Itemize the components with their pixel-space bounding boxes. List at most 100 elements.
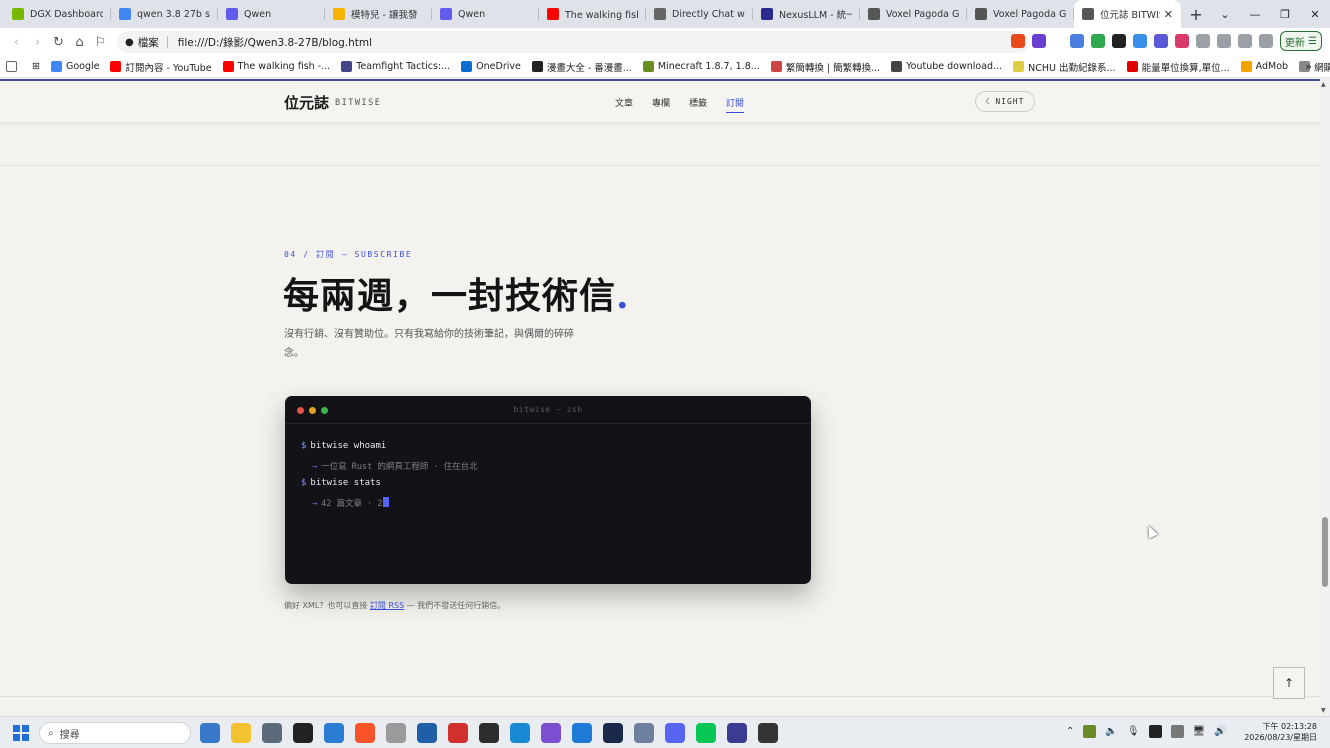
restore-button[interactable]: ❐	[1270, 8, 1300, 21]
scroll-down-icon[interactable]: ▼	[1321, 707, 1326, 714]
app-icon-8[interactable]	[417, 723, 437, 743]
close-window-button[interactable]: ✕	[1300, 8, 1330, 21]
new-tab-button[interactable]: +	[1181, 5, 1211, 24]
translate-extension-icon[interactable]	[1069, 34, 1084, 48]
shield-extension-icon[interactable]	[1090, 34, 1105, 48]
browser-tab[interactable]: Qwen	[432, 0, 539, 28]
bookmark-item[interactable]: 網購	[1299, 60, 1330, 74]
taskbar-clock[interactable]: 下午 02:13:28 2026/08/23/星期日	[1244, 721, 1317, 743]
address-bar[interactable]: ● 檔案 file:///D:/錄影/Qwen3.8-27B/blog.html	[117, 31, 1029, 53]
site-nav-item[interactable]: 標籤	[689, 96, 707, 109]
scroll-thumb[interactable]	[1322, 517, 1328, 587]
bookmark-item[interactable]: Minecraft 1.8.7, 1.8...	[642, 60, 760, 74]
puzzle-icon[interactable]	[1195, 34, 1210, 48]
rss-link[interactable]: 訂閱 RSS	[370, 601, 404, 610]
tray-volume-icon[interactable]: 🔊	[1214, 726, 1226, 737]
tray-ime-icon[interactable]	[1148, 725, 1162, 738]
vscode-app-icon[interactable]	[572, 723, 592, 743]
back-button[interactable]: ‹	[6, 35, 27, 50]
audio-extension-icon[interactable]	[1132, 34, 1147, 48]
terminal-output-line: → 42 篇文章 · 2	[301, 496, 478, 516]
github-app-icon[interactable]	[541, 723, 561, 743]
minimize-button[interactable]: —	[1240, 8, 1270, 21]
url-text[interactable]: file:///D:/錄影/Qwen3.8-27B/blog.html	[178, 35, 372, 50]
calculator-icon[interactable]	[262, 723, 282, 743]
browser-tab[interactable]: Voxel Pagoda Gar	[860, 0, 967, 28]
info-icon[interactable]: ●	[125, 37, 134, 48]
tab-active[interactable]: 位元誌 BITWIS ✕	[1074, 0, 1181, 28]
browser-tab[interactable]: 模特兒 - 讓我發	[325, 0, 432, 28]
bookmark-icon[interactable]: ⚐	[90, 35, 111, 50]
brave-browser-icon[interactable]	[355, 723, 375, 743]
tray-pen-icon[interactable]	[1170, 725, 1184, 738]
sidebar-icon[interactable]	[1216, 34, 1231, 48]
wallet-icon[interactable]	[1237, 34, 1252, 48]
update-button[interactable]: 更新 ☰	[1279, 31, 1322, 51]
browser-tab[interactable]: Directly Chat with	[646, 0, 753, 28]
forward-button[interactable]: ›	[27, 35, 48, 50]
leo-ai-icon[interactable]	[1258, 34, 1273, 48]
pink-extension-icon[interactable]	[1174, 34, 1189, 48]
browser-tab[interactable]: Qwen	[218, 0, 325, 28]
bookmark-item[interactable]: 繁簡轉換 | 簡繁轉換...	[770, 60, 880, 74]
dark-extension-icon[interactable]	[1111, 34, 1126, 48]
app-icon-19[interactable]	[758, 723, 778, 743]
line-app-icon[interactable]	[696, 723, 716, 743]
browser-tab[interactable]: The walking fish 出	[539, 0, 646, 28]
bookmark-item[interactable]: Teamfight Tactics:...	[341, 60, 450, 74]
brave-shield-icon[interactable]	[1010, 34, 1025, 48]
bookmark-item[interactable]: 訂閱內容 - YouTube	[110, 60, 212, 74]
file-explorer-icon[interactable]	[231, 723, 251, 743]
site-logo[interactable]: 位元誌	[284, 92, 329, 113]
bookmark-item[interactable]: Youtube download...	[891, 60, 1002, 74]
app-icon-15[interactable]	[634, 723, 654, 743]
word-app-icon[interactable]	[324, 723, 344, 743]
windows-start-icon[interactable]	[13, 725, 29, 741]
bookmark-item[interactable]: Google	[50, 60, 99, 74]
terminal-cursor	[383, 496, 390, 507]
more-bookmarks-icon[interactable]: »	[1305, 60, 1312, 73]
bookmark-item[interactable]: NCHU 出勤紀錄系...	[1013, 60, 1116, 74]
taskbar-search[interactable]: ⌕ 搜尋	[39, 722, 191, 744]
site-nav-item[interactable]: 文章	[615, 96, 633, 109]
store-app-icon[interactable]	[200, 723, 220, 743]
site-nav-item[interactable]: 專欄	[652, 96, 670, 109]
browser-tab[interactable]: qwen 3.8 27b site	[111, 0, 218, 28]
tray-overflow-icon[interactable]: ⌃	[1066, 726, 1074, 737]
browser-toolbar: ‹ › ↻ ⌂ ⚐ ● 檔案 file:///D:/錄影/Qwen3.8-27B…	[0, 28, 1330, 56]
terminal-app-icon[interactable]	[479, 723, 499, 743]
browser-tab[interactable]: Voxel Pagoda Gar	[967, 0, 1074, 28]
idm-extension-icon[interactable]	[1153, 34, 1168, 48]
browser-tab[interactable]: NexusLLM - 統一	[753, 0, 860, 28]
app-icon-18[interactable]	[727, 723, 747, 743]
browser-tab[interactable]: DGX Dashboard	[4, 0, 111, 28]
tray-mic-icon[interactable]: 🎙	[1127, 726, 1140, 737]
home-button[interactable]: ⌂	[69, 35, 90, 50]
app-icon-11[interactable]	[510, 723, 530, 743]
site-nav-item[interactable]: 訂閱	[726, 96, 745, 113]
bookmark-item[interactable]: The walking fish -...	[222, 60, 330, 74]
app-icon-9[interactable]	[448, 723, 468, 743]
apps-grid-icon[interactable]: ⊞	[32, 61, 40, 72]
bookmark-item[interactable]: 漫畫大全 - 番漫畫...	[531, 60, 632, 74]
page-scrollbar[interactable]: ▲ ▼	[1320, 79, 1330, 716]
site-header: 位元誌 BITWISE 文章 專欄 標籤 訂閱 ☾ NIGHT	[0, 79, 1320, 123]
bookmark-item[interactable]: AdMob	[1240, 60, 1288, 74]
reload-button[interactable]: ↻	[48, 35, 69, 50]
app-icon-14[interactable]	[603, 723, 623, 743]
close-tab-icon[interactable]: ✕	[1164, 8, 1173, 21]
tray-nvidia-icon[interactable]	[1083, 725, 1097, 738]
tray-speaker-icon[interactable]: 🔈	[1105, 726, 1117, 737]
discord-app-icon[interactable]	[665, 723, 685, 743]
bookmark-item[interactable]: 能量單位換算,單位...	[1126, 60, 1230, 74]
tab-search-icon[interactable]: ⌄	[1210, 8, 1240, 21]
tray-network-icon[interactable]: 🖥	[1193, 726, 1206, 737]
brave-rewards-icon[interactable]	[1031, 34, 1046, 48]
back-to-top-button[interactable]: ↑	[1273, 667, 1305, 699]
notepad-app-icon[interactable]	[293, 723, 313, 743]
bookmark-item[interactable]: OneDrive	[461, 60, 521, 74]
night-mode-toggle[interactable]: ☾ NIGHT	[975, 91, 1035, 112]
scroll-up-icon[interactable]: ▲	[1321, 81, 1326, 88]
app-icon-7[interactable]	[386, 723, 406, 743]
sidebar-toggle-icon[interactable]	[6, 61, 21, 72]
